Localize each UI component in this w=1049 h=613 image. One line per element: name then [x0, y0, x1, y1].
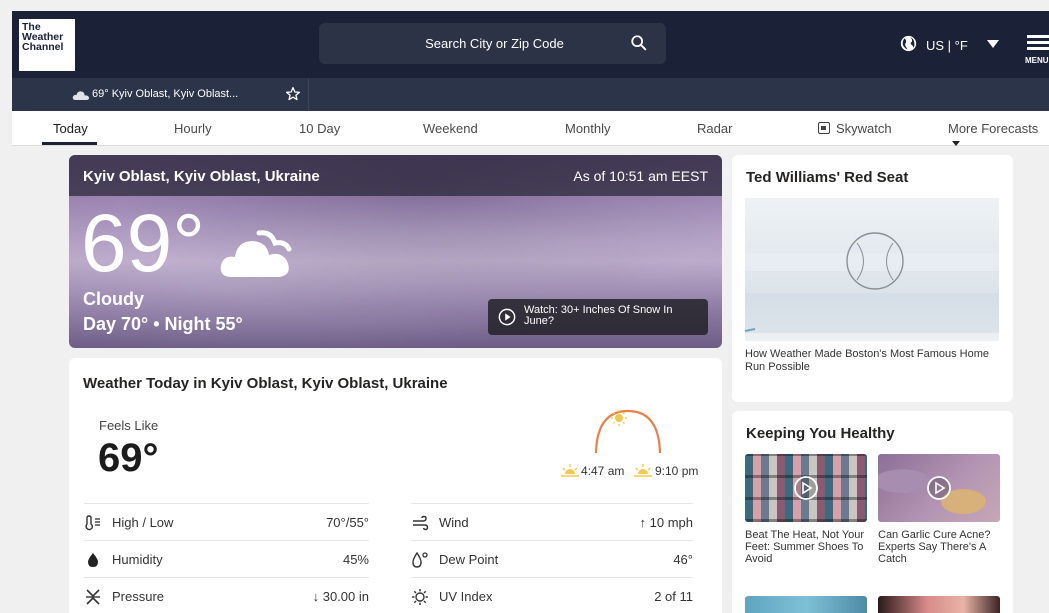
detail-row-dew-point: Dew Point 46°	[411, 540, 693, 577]
play-icon	[927, 476, 951, 500]
active-tab-indicator	[42, 142, 97, 145]
condition-phrase: Cloudy	[83, 289, 144, 309]
humidity-icon	[88, 553, 98, 567]
location-name: Kyiv Oblast, Kyiv Oblast, Ukraine	[83, 168, 320, 185]
detail-value: 45%	[342, 552, 369, 567]
cloudy-icon	[220, 230, 292, 277]
wind-icon	[413, 515, 429, 531]
detail-row-high-low: High / Low 70°/55°	[84, 503, 369, 540]
featured-story-image[interactable]	[745, 198, 999, 341]
search-input[interactable]: Search City or Zip Code	[319, 23, 666, 64]
detail-label: Pressure	[112, 589, 165, 604]
dew-point-icon	[412, 551, 428, 568]
uv-index-icon	[412, 589, 428, 605]
sunset-time: 9:10 pm	[655, 464, 699, 478]
watch-video-button[interactable]: Watch: 30+ Inches Of Snow In June?	[488, 299, 708, 335]
detail-row-wind: Wind ↑ 10 mph	[411, 503, 693, 540]
recent-location-item[interactable]: 69° Kyiv Oblast, Kyiv Oblast...	[12, 78, 309, 111]
featured-story-title[interactable]: Ted Williams' Red Seat	[746, 169, 908, 186]
menu-label[interactable]: MENU	[1025, 56, 1049, 65]
tab-more-forecasts[interactable]: More Forecasts	[948, 121, 1049, 151]
detail-value: ↓ 30.00 in	[312, 589, 369, 604]
chevron-down-icon[interactable]	[987, 40, 999, 48]
detail-row-pressure: Pressure ↓ 30.00 in	[84, 577, 369, 613]
video-thumbnail[interactable]	[878, 454, 1000, 522]
sun-arc-icon	[594, 409, 662, 454]
keeping-healthy-card: Keeping You Healthy Beat The Heat, Not Y…	[732, 411, 1013, 613]
video-title: Watch: 30+ Inches Of Snow In June?	[524, 304, 673, 327]
globe-icon[interactable]	[900, 35, 917, 52]
tab-weekend[interactable]: Weekend	[423, 121, 478, 136]
detail-label: Dew Point	[439, 552, 499, 567]
current-temperature: 69°	[81, 198, 206, 289]
play-icon	[794, 476, 818, 500]
detail-value: ↑ 10 mph	[639, 515, 693, 530]
sunrise-icon	[561, 464, 579, 477]
play-icon	[498, 308, 516, 326]
forecast-tabs: Today Hourly 10 Day Weekend Monthly Rada…	[12, 111, 1049, 146]
search-placeholder: Search City or Zip Code	[425, 36, 564, 51]
detail-value: 46°	[673, 552, 693, 567]
pressure-icon	[86, 589, 100, 605]
recent-location-label: 69° Kyiv Oblast, Kyiv Oblast...	[92, 88, 239, 100]
day-night-temps: Day 70° • Night 55°	[83, 314, 243, 334]
cloud-icon	[72, 91, 90, 100]
skywatch-icon	[818, 122, 830, 134]
keeping-healthy-title: Keeping You Healthy	[746, 425, 895, 442]
detail-row-uv-index: UV Index 2 of 11	[411, 577, 693, 613]
header: The Weather Channel Search City or Zip C…	[12, 11, 1049, 78]
featured-story-caption[interactable]: How Weather Made Boston's Most Famous Ho…	[745, 348, 995, 374]
detail-label: High / Low	[112, 515, 174, 530]
tab-today[interactable]: Today	[53, 121, 88, 136]
feels-like-label: Feels Like	[99, 418, 159, 433]
tab-skywatch-label: Skywatch	[836, 121, 892, 136]
sunset-icon	[634, 464, 652, 477]
units-selector[interactable]: US | °F	[926, 38, 968, 53]
video-thumbnail[interactable]	[878, 596, 1000, 613]
tab-skywatch[interactable]: Skywatch	[818, 121, 892, 136]
thermometer-icon	[85, 515, 100, 531]
current-conditions-card: Kyiv Oblast, Kyiv Oblast, Ukraine As of …	[69, 155, 722, 348]
video-thumbnail[interactable]	[745, 454, 867, 522]
tab-10-day[interactable]: 10 Day	[299, 121, 340, 136]
menu-icon[interactable]	[1027, 35, 1049, 53]
star-icon[interactable]	[285, 86, 301, 102]
detail-label: Wind	[439, 515, 469, 530]
chevron-down-icon	[952, 141, 960, 146]
feels-like-value: 69°	[98, 436, 159, 480]
video-caption[interactable]: Beat The Heat, Not Your Feet: Summer Sho…	[745, 529, 865, 565]
timestamp: As of 10:51 am EEST	[573, 168, 708, 184]
weather-channel-logo[interactable]: The Weather Channel	[19, 19, 75, 71]
current-conditions-header: Kyiv Oblast, Kyiv Oblast, Ukraine As of …	[69, 155, 722, 196]
today-details-title: Weather Today in Kyiv Oblast, Kyiv Oblas…	[83, 375, 448, 392]
detail-row-humidity: Humidity 45%	[84, 540, 369, 577]
tab-monthly[interactable]: Monthly	[565, 121, 611, 136]
tab-more-forecasts-label: More Forecasts	[948, 121, 1039, 136]
baseball-sketch-icon	[745, 232, 999, 333]
detail-label: UV Index	[439, 589, 493, 604]
video-thumbnail[interactable]	[745, 596, 867, 613]
tab-radar[interactable]: Radar	[697, 121, 732, 136]
sunrise-time: 4:47 am	[581, 464, 625, 478]
today-details-card: Weather Today in Kyiv Oblast, Kyiv Oblas…	[69, 358, 722, 613]
logo-line: Channel	[22, 41, 64, 53]
video-caption[interactable]: Can Garlic Cure Acne? Experts Say There'…	[878, 529, 998, 565]
tab-hourly[interactable]: Hourly	[174, 121, 212, 136]
detail-value: 2 of 11	[654, 589, 693, 604]
detail-value: 70°/55°	[326, 515, 369, 530]
featured-story-card[interactable]: Ted Williams' Red Seat How Weather Made …	[732, 155, 1013, 402]
detail-label: Humidity	[112, 552, 163, 567]
search-icon[interactable]	[630, 34, 648, 52]
location-bar: 69° Kyiv Oblast, Kyiv Oblast...	[12, 78, 1049, 111]
